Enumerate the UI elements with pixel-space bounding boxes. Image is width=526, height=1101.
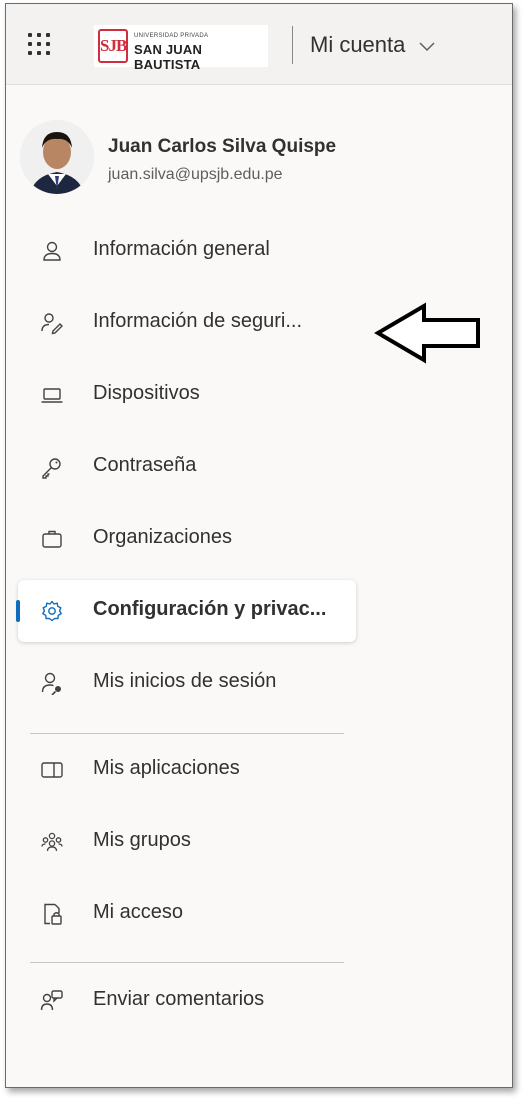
waffle-icon[interactable] — [28, 33, 52, 57]
nav-divider — [30, 733, 344, 734]
account-panel: SJB UNIVERSIDAD PRIVADA SAN JUAN BAUTIST… — [5, 3, 513, 1088]
person-signin-icon — [41, 672, 61, 695]
gear-icon — [42, 600, 62, 622]
nav-label: Mi acceso — [93, 901, 184, 923]
active-indicator — [16, 600, 20, 622]
avatar — [20, 120, 94, 194]
logo-mark: SJB — [98, 29, 128, 63]
nav-item-informacion-general[interactable]: Información general — [18, 220, 356, 282]
people-group-icon — [41, 832, 63, 852]
nav-label: Mis inicios de sesión — [93, 670, 277, 692]
person-key-icon — [41, 313, 63, 335]
account-label: Mi cuenta — [310, 32, 406, 57]
nav-item-mi-acceso[interactable]: Mi acceso — [18, 883, 356, 945]
nav-label: Mis grupos — [93, 829, 191, 851]
nav-label: Configuración y privac... — [93, 598, 327, 620]
nav-item-dispositivos[interactable]: Dispositivos — [18, 364, 356, 426]
person-icon — [43, 241, 61, 261]
nav-item-contrasena[interactable]: Contraseña — [18, 436, 356, 498]
left-arrow-icon — [374, 302, 480, 364]
key-icon — [42, 458, 61, 479]
user-name: Juan Carlos Silva Quispe — [108, 136, 337, 157]
logo-small-text: UNIVERSIDAD PRIVADA — [134, 33, 209, 39]
nav-item-configuracion-privacidad[interactable]: Configuración y privac... — [16, 580, 356, 642]
nav-label: Organizaciones — [93, 526, 232, 548]
feedback-icon — [40, 990, 63, 1011]
user-profile: Juan Carlos Silva Quispe juan.silva@upsj… — [6, 114, 512, 204]
apps-icon — [41, 762, 63, 778]
header-divider — [292, 26, 293, 64]
nav-item-organizaciones[interactable]: Organizaciones — [18, 508, 356, 570]
nav-item-mis-grupos[interactable]: Mis grupos — [18, 811, 356, 873]
account-menu-button[interactable]: Mi cuenta — [310, 32, 436, 58]
access-lock-icon — [44, 903, 62, 925]
logo-big-text: SAN JUAN BAUTISTA — [134, 42, 203, 72]
nav-item-mis-aplicaciones[interactable]: Mis aplicaciones — [18, 739, 356, 801]
user-email: juan.silva@upsjb.edu.pe — [108, 166, 283, 183]
nav-divider — [30, 962, 344, 963]
nav-label: Información general — [93, 238, 270, 260]
nav-label: Contraseña — [93, 454, 197, 476]
nav-label: Dispositivos — [93, 382, 200, 404]
nav-label: Información de seguri... — [93, 310, 302, 332]
laptop-icon — [41, 388, 63, 403]
nav-item-enviar-comentarios[interactable]: Enviar comentarios — [18, 970, 356, 1032]
top-header: SJB UNIVERSIDAD PRIVADA SAN JUAN BAUTIST… — [6, 4, 512, 85]
briefcase-icon — [42, 530, 62, 548]
chevron-down-icon — [418, 42, 435, 52]
university-logo[interactable]: SJB UNIVERSIDAD PRIVADA SAN JUAN BAUTIST… — [94, 25, 268, 72]
nav-label: Mis aplicaciones — [93, 757, 240, 779]
nav-label: Enviar comentarios — [93, 988, 265, 1010]
nav-item-inicios-sesion[interactable]: Mis inicios de sesión — [18, 652, 356, 714]
nav-item-informacion-seguridad[interactable]: Información de seguri... — [18, 292, 356, 354]
